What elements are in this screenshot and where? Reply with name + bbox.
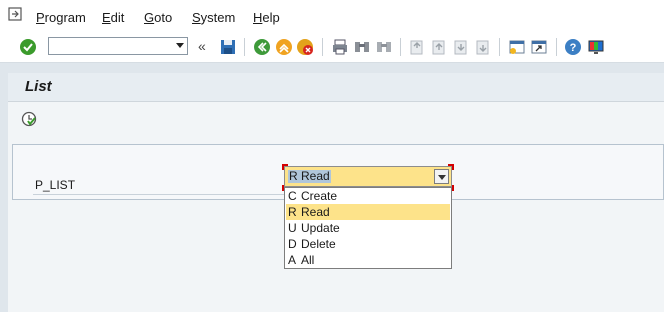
focus-corner	[448, 164, 454, 170]
menu-icon[interactable]	[8, 7, 22, 21]
dropdown-list: C Create R Read U Update D Delete A All	[284, 187, 452, 269]
dropdown-option[interactable]: U Update	[286, 220, 450, 236]
previous-page-icon[interactable]	[430, 38, 448, 56]
chevron-down-icon[interactable]	[434, 169, 449, 184]
next-page-icon[interactable]	[452, 38, 470, 56]
p-list-value: R Read	[288, 169, 331, 183]
new-session-icon[interactable]	[508, 38, 526, 56]
menu-goto[interactable]: Goto	[144, 10, 172, 25]
command-field[interactable]	[48, 37, 188, 55]
title-bar: List	[8, 73, 664, 102]
page-title: List	[25, 78, 52, 95]
focus-corner	[282, 164, 288, 170]
dropdown-option[interactable]: D Delete	[286, 236, 450, 252]
application-toolbar	[8, 102, 664, 136]
menu-program[interactable]: Program	[36, 10, 86, 25]
last-page-icon[interactable]	[474, 38, 492, 56]
p-list-dropdown[interactable]: R Read	[284, 166, 452, 187]
enter-check-icon[interactable]	[19, 38, 37, 56]
help-icon[interactable]: ?	[564, 38, 582, 56]
history-icon[interactable]: «	[198, 38, 206, 54]
menu-bar: Program Edit Goto System Help	[0, 0, 664, 33]
chevron-down-icon[interactable]	[176, 43, 184, 48]
save-icon[interactable]	[219, 38, 237, 56]
back-icon[interactable]	[253, 38, 271, 56]
label-underline	[33, 194, 295, 195]
standard-toolbar: « ?	[0, 32, 664, 63]
menu-help[interactable]: Help	[253, 10, 280, 25]
cancel-icon[interactable]	[296, 38, 314, 56]
parameter-label: P_LIST	[35, 178, 76, 192]
shortcut-icon[interactable]	[530, 38, 548, 56]
svg-text:?: ?	[570, 42, 577, 54]
menu-edit[interactable]: Edit	[102, 10, 124, 25]
dropdown-option[interactable]: C Create	[286, 188, 450, 204]
find-next-icon[interactable]	[375, 38, 393, 56]
dropdown-option[interactable]: A All	[286, 252, 450, 268]
menu-system[interactable]: System	[192, 10, 235, 25]
dropdown-option-selected[interactable]: R Read	[286, 204, 450, 220]
first-page-icon[interactable]	[408, 38, 426, 56]
exit-icon[interactable]	[275, 38, 293, 56]
customize-layout-icon[interactable]	[587, 38, 605, 56]
execute-icon[interactable]	[20, 110, 38, 128]
find-icon[interactable]	[353, 38, 371, 56]
print-icon[interactable]	[331, 38, 349, 56]
